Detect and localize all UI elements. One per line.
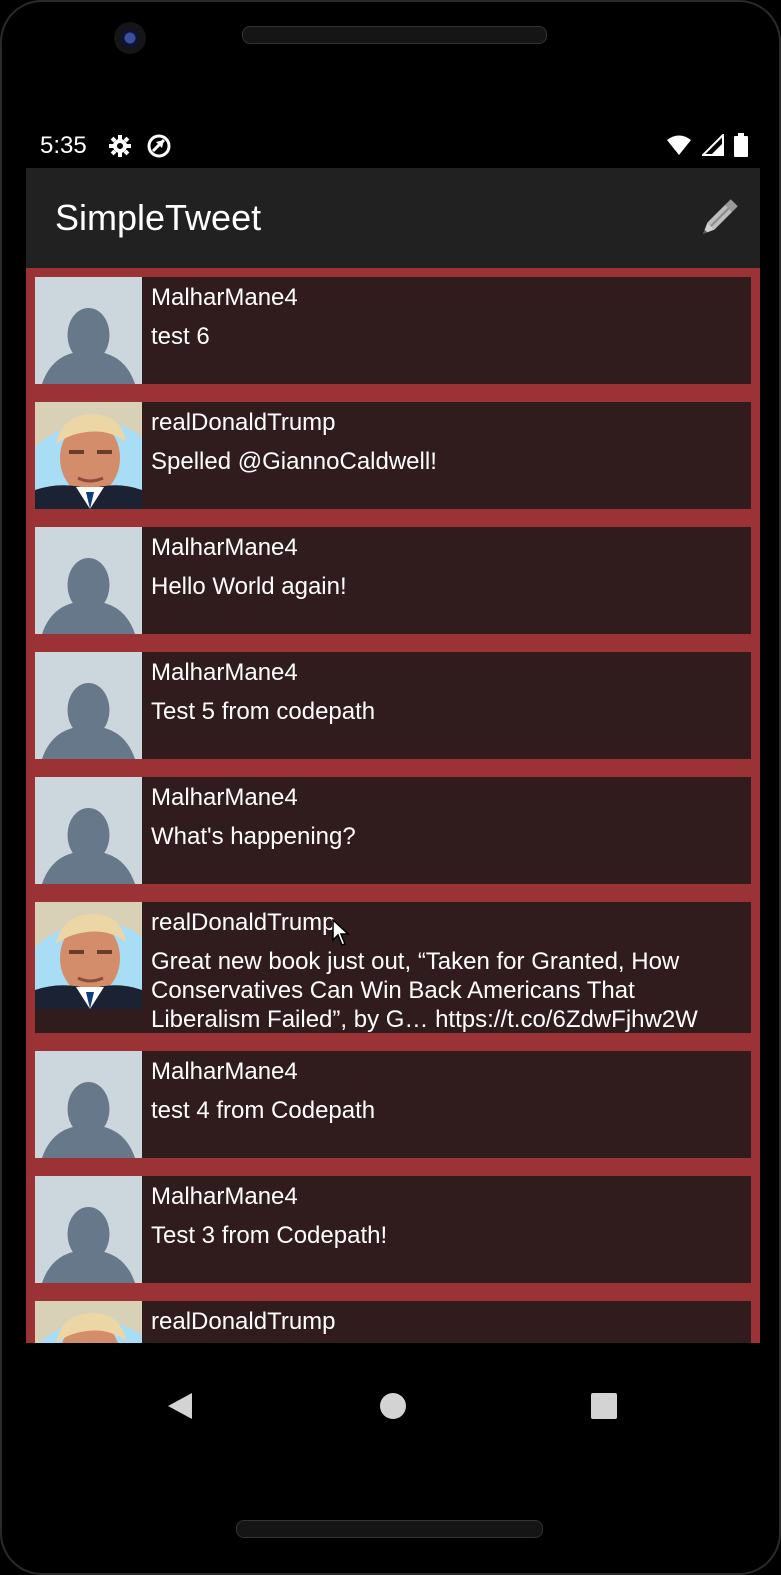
settings-icon bbox=[109, 135, 131, 157]
profile-photo-avatar[interactable] bbox=[35, 1301, 142, 1343]
mouse-pointer-icon bbox=[332, 919, 350, 946]
top-speaker bbox=[242, 26, 547, 44]
recents-button[interactable] bbox=[584, 1386, 624, 1426]
tweet-body: Test 3 from Codepath! bbox=[151, 1222, 388, 1249]
tweet-item[interactable]: realDonaldTrump Great new book just out,… bbox=[35, 902, 751, 1033]
default-avatar[interactable] bbox=[35, 277, 142, 384]
status-time: 5:35 bbox=[40, 132, 87, 159]
tweet-timeline[interactable]: MalharMane4 test 6 realDonaldTrump Spell… bbox=[26, 268, 760, 1343]
status-right-icons bbox=[666, 133, 748, 157]
cell-signal-icon bbox=[702, 134, 724, 156]
back-button[interactable] bbox=[160, 1386, 200, 1426]
tweet-item[interactable]: MalharMane4 Hello World again! bbox=[35, 527, 751, 634]
home-button[interactable] bbox=[373, 1386, 413, 1426]
profile-photo-avatar[interactable] bbox=[35, 402, 142, 509]
status-bar: 5:35 bbox=[26, 122, 760, 168]
tweet-item[interactable]: realDonaldTrump bbox=[35, 1301, 751, 1343]
wifi-icon bbox=[667, 135, 691, 155]
navigation-bar bbox=[26, 1343, 760, 1467]
tweet-body: What's happening? bbox=[151, 823, 356, 850]
tweet-handle: MalharMane4 bbox=[151, 784, 298, 811]
tweet-item[interactable]: MalharMane4 Test 5 from codepath bbox=[35, 652, 751, 759]
default-avatar[interactable] bbox=[35, 1051, 142, 1158]
compose-button[interactable] bbox=[692, 193, 744, 245]
tweet-body: Great new book just out, “Taken for Gran… bbox=[151, 948, 698, 1033]
phone-screen: 5:35 SimpleTweet MalharMane4 test 6 real… bbox=[26, 122, 760, 1467]
pencil-icon bbox=[703, 199, 738, 234]
recents-square-icon bbox=[591, 1393, 617, 1419]
tweet-handle: realDonaldTrump bbox=[151, 909, 336, 936]
back-triangle-icon bbox=[168, 1393, 192, 1419]
tweet-body: test 6 bbox=[151, 323, 210, 350]
tweet-body: Hello World again! bbox=[151, 573, 347, 600]
default-avatar[interactable] bbox=[35, 777, 142, 884]
tweet-body: test 4 from Codepath bbox=[151, 1097, 376, 1124]
tweet-handle: MalharMane4 bbox=[151, 284, 298, 311]
tweet-handle: realDonaldTrump bbox=[151, 1308, 336, 1335]
tweet-handle: realDonaldTrump bbox=[151, 409, 336, 436]
tweet-item[interactable]: MalharMane4 What's happening? bbox=[35, 777, 751, 884]
tweet-item[interactable]: MalharMane4 test 4 from Codepath bbox=[35, 1051, 751, 1158]
device-frame: 5:35 SimpleTweet MalharMane4 test 6 real… bbox=[0, 0, 781, 1575]
battery-icon bbox=[734, 133, 748, 157]
bottom-speaker bbox=[236, 1520, 543, 1538]
no-location-icon bbox=[147, 134, 171, 158]
tweet-handle: MalharMane4 bbox=[151, 534, 298, 561]
tweet-body: Spelled @GiannoCaldwell! bbox=[151, 448, 437, 475]
app-bar: SimpleTweet bbox=[26, 168, 760, 268]
default-avatar[interactable] bbox=[35, 527, 142, 634]
tweet-item[interactable]: MalharMane4 test 6 bbox=[35, 277, 751, 384]
tweet-handle: MalharMane4 bbox=[151, 1058, 298, 1085]
tweet-body: Test 5 from codepath bbox=[151, 698, 376, 725]
profile-photo-avatar[interactable] bbox=[35, 902, 142, 1009]
camera-icon bbox=[114, 22, 146, 54]
tweet-handle: MalharMane4 bbox=[151, 659, 298, 686]
default-avatar[interactable] bbox=[35, 652, 142, 759]
tweet-item[interactable]: MalharMane4 Test 3 from Codepath! bbox=[35, 1176, 751, 1283]
default-avatar[interactable] bbox=[35, 1176, 142, 1283]
app-title: SimpleTweet bbox=[55, 197, 262, 238]
status-left-icons bbox=[108, 133, 172, 159]
home-circle-icon bbox=[380, 1393, 406, 1419]
tweet-handle: MalharMane4 bbox=[151, 1183, 298, 1210]
tweet-item[interactable]: realDonaldTrump Spelled @GiannoCaldwell! bbox=[35, 402, 751, 509]
